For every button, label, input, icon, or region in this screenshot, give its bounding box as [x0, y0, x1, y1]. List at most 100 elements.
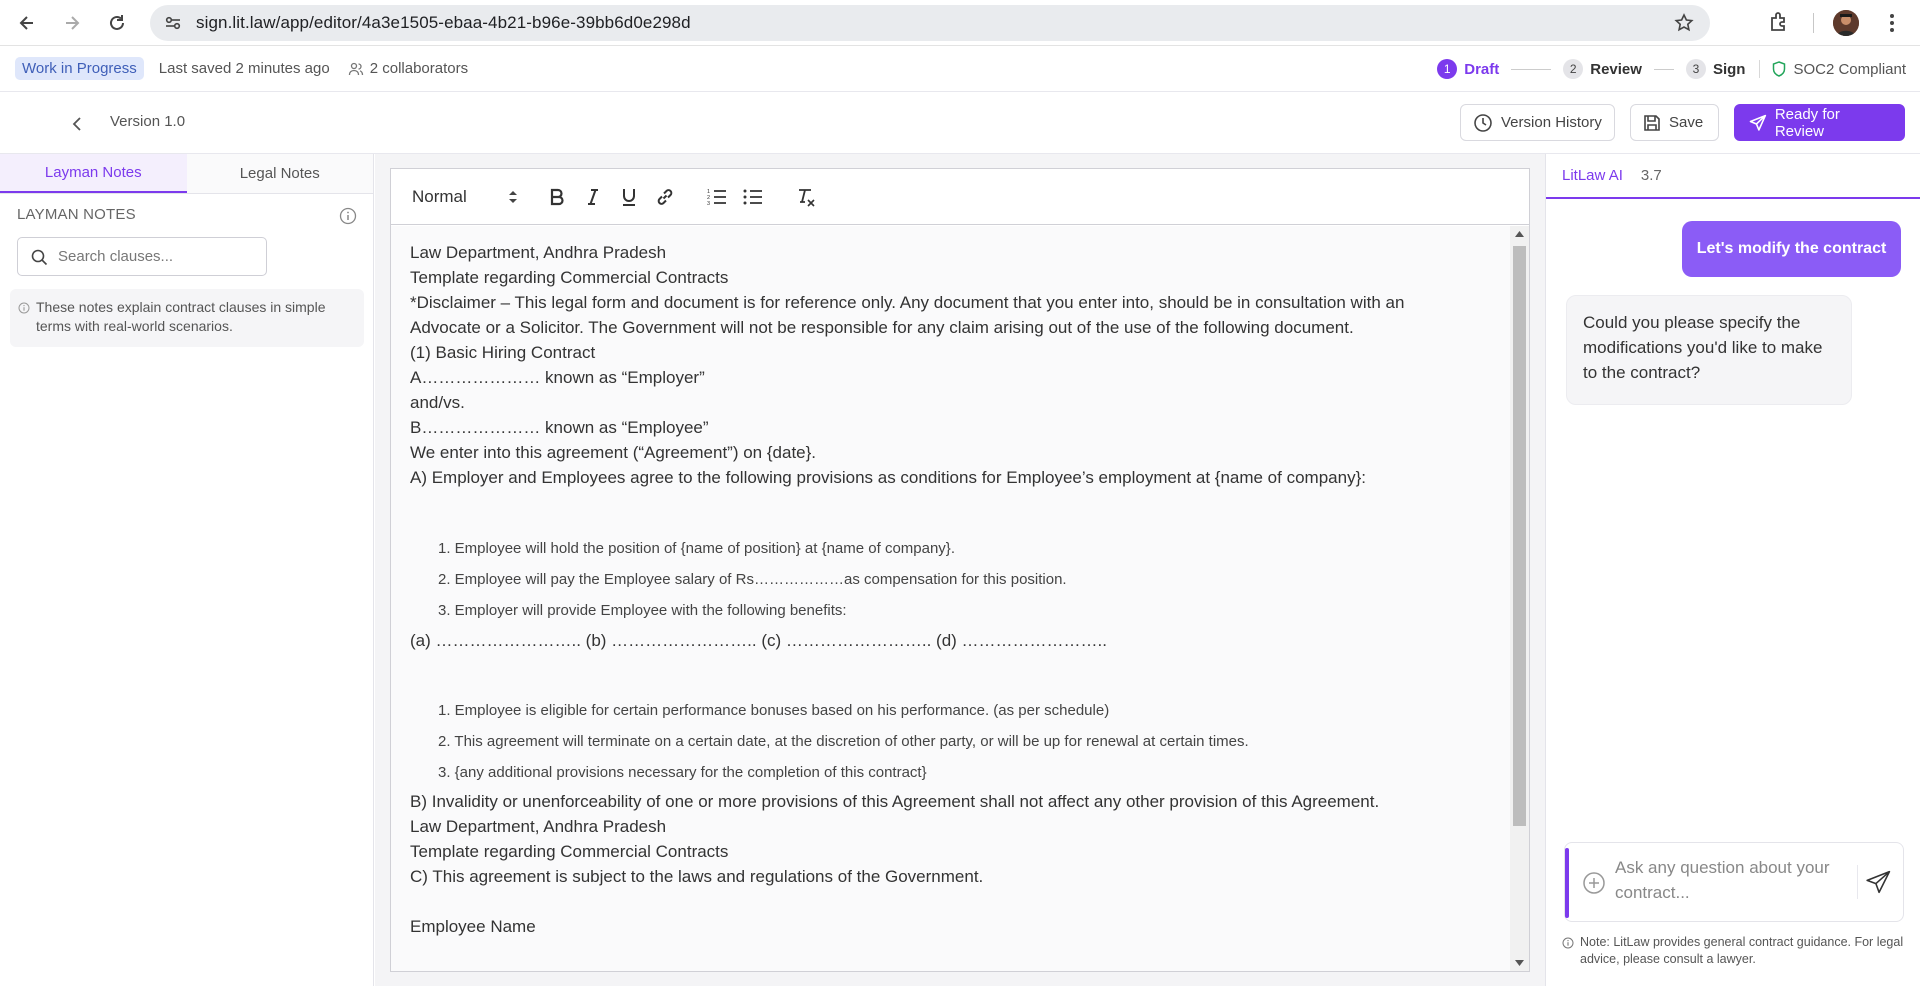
doc-line: Template regarding Commercial Contracts [410, 842, 729, 861]
notes-title: LAYMAN NOTES [17, 206, 136, 223]
list-item: 3. Employer will provide Employee with t… [438, 602, 847, 619]
user-message: Let's modify the contract [1682, 221, 1901, 277]
toolbar-separator [1813, 13, 1814, 33]
doc-line: C) This agreement is subject to the laws… [410, 867, 984, 886]
tab-legal-notes[interactable]: Legal Notes [187, 154, 374, 193]
add-attachment-icon[interactable] [1582, 871, 1606, 895]
updown-caret-icon [509, 190, 517, 203]
search-icon [31, 249, 48, 266]
browser-toolbar: sign.lit.law/app/editor/4a3e1505-ebaa-4b… [0, 0, 1920, 46]
compliance-badge: SOC2 Compliant [1772, 61, 1906, 78]
ai-disclaimer: Note: LitLaw provides general contract g… [1562, 934, 1912, 968]
ready-for-review-button[interactable]: Ready for Review [1734, 104, 1905, 141]
send-icon [1749, 114, 1767, 131]
step-number: 1 [1437, 59, 1458, 79]
step-draft[interactable]: 1 Draft [1437, 59, 1499, 79]
list-item: 3. {any additional provisions necessary … [438, 764, 927, 781]
search-clauses-box[interactable] [17, 237, 267, 276]
forward-arrow-icon[interactable] [57, 8, 87, 38]
info-icon [18, 302, 30, 314]
address-bar[interactable]: sign.lit.law/app/editor/4a3e1505-ebaa-4b… [150, 5, 1710, 41]
send-icon[interactable] [1857, 865, 1891, 899]
collaborators[interactable]: 2 collaborators [348, 60, 468, 77]
ordered-list-icon[interactable]: 123 [704, 184, 730, 210]
notes-explainer: These notes explain contract clauses in … [10, 289, 364, 347]
step-number: 2 [1563, 59, 1584, 79]
scroll-up-arrow-icon[interactable] [1515, 231, 1524, 237]
document-content[interactable]: Law Department, Andhra Pradesh Template … [391, 226, 1512, 971]
save-icon [1644, 114, 1660, 131]
doc-line: (1) Basic Hiring Contract [410, 343, 596, 362]
shield-icon [1773, 61, 1786, 77]
extensions-puzzle-icon[interactable] [1768, 10, 1792, 34]
tab-layman-notes[interactable]: Layman Notes [0, 154, 187, 193]
editor-scrollbar[interactable] [1510, 226, 1529, 971]
site-settings-icon[interactable] [164, 14, 182, 32]
italic-icon[interactable] [580, 184, 606, 210]
info-icon[interactable] [339, 207, 357, 225]
doc-line: *Disclaimer – This legal form and docume… [410, 293, 1405, 312]
ai-message: Could you please specify the modificatio… [1566, 295, 1852, 405]
doc-line: Law Department, Andhra Pradesh [410, 243, 667, 262]
chevron-left-icon[interactable] [66, 112, 90, 136]
doc-line: B) Invalidity or unenforceability of one… [410, 792, 1380, 811]
underline-icon[interactable] [616, 184, 642, 210]
bold-icon[interactable] [544, 184, 570, 210]
list-item: 2. This agreement will terminate on a ce… [438, 733, 1249, 750]
ai-panel-header: LitLaw AI 3.7 [1546, 154, 1920, 199]
bookmark-star-icon[interactable] [1674, 13, 1694, 33]
bullet-list-icon[interactable] [740, 184, 766, 210]
svg-text:3: 3 [707, 201, 710, 206]
doc-line: We enter into this agreement (“Agreement… [410, 443, 817, 462]
doc-line: B………………… known as “Employee” [410, 418, 709, 437]
doc-line: Law Department, Andhra Pradesh [410, 817, 667, 836]
save-label: Save [1669, 114, 1704, 131]
provisions-list: 1. Employee is eligible for certain perf… [410, 695, 1512, 788]
step-connector [1653, 68, 1674, 70]
doc-line: A………………… known as “Employer” [410, 368, 705, 387]
notes-explainer-text: These notes explain contract clauses in … [36, 299, 326, 334]
link-icon[interactable] [652, 184, 678, 210]
clock-icon [1474, 113, 1492, 132]
back-arrow-icon[interactable] [12, 8, 42, 38]
input-accent-bar [1565, 848, 1569, 918]
editor-header: Version 1.0 Version History Save Ready f… [0, 92, 1920, 154]
provisions-list: 1. Employee will hold the position of {n… [410, 533, 1512, 626]
step-sign[interactable]: 3 Sign [1685, 59, 1746, 79]
version-history-label: Version History [1501, 114, 1602, 131]
browser-menu-icon[interactable] [1882, 10, 1902, 36]
version-history-button[interactable]: Version History [1460, 104, 1615, 141]
formatting-toolbar: Normal 123 [391, 169, 1529, 225]
url-text: sign.lit.law/app/editor/4a3e1505-ebaa-4b… [196, 13, 691, 32]
users-icon [348, 62, 363, 75]
doc-line: A) Employer and Employees agree to the f… [410, 468, 1366, 487]
step-label: Draft [1464, 60, 1500, 78]
save-button[interactable]: Save [1630, 104, 1719, 141]
info-icon [1562, 937, 1574, 949]
doc-line: and/vs. [410, 393, 465, 412]
step-number: 3 [1685, 59, 1706, 79]
chat-input[interactable] [1615, 855, 1845, 911]
ai-assistant-panel: LitLaw AI 3.7 Let's modify the contract … [1545, 154, 1920, 986]
profile-avatar[interactable] [1833, 10, 1859, 36]
status-badge: Work in Progress [15, 57, 144, 80]
doc-line: Template regarding Commercial Contracts [410, 268, 729, 287]
search-clauses-input[interactable] [58, 248, 248, 265]
chat-input-box[interactable] [1564, 842, 1904, 922]
scroll-thumb[interactable] [1513, 246, 1526, 826]
last-saved-text: Last saved 2 minutes ago [158, 60, 330, 77]
doc-line: Advocate or a Solicitor. The Government … [410, 318, 1354, 337]
paragraph-format-select[interactable]: Normal [412, 187, 518, 207]
clear-formatting-icon[interactable] [793, 184, 819, 210]
step-review[interactable]: 2 Review [1563, 59, 1642, 79]
step-label: Sign [1712, 60, 1746, 78]
reload-icon[interactable] [102, 8, 132, 38]
workflow-steps: 1 Draft 2 Review 3 Sign SOC2 Compliant [1437, 46, 1906, 92]
list-item: 1. Employee will hold the position of {n… [438, 540, 955, 557]
version-label: Version 1.0 [110, 113, 186, 130]
notes-panel: Layman Notes Legal Notes LAYMAN NOTES Th… [0, 154, 374, 986]
scroll-down-arrow-icon[interactable] [1515, 960, 1524, 966]
divider [1759, 60, 1761, 78]
